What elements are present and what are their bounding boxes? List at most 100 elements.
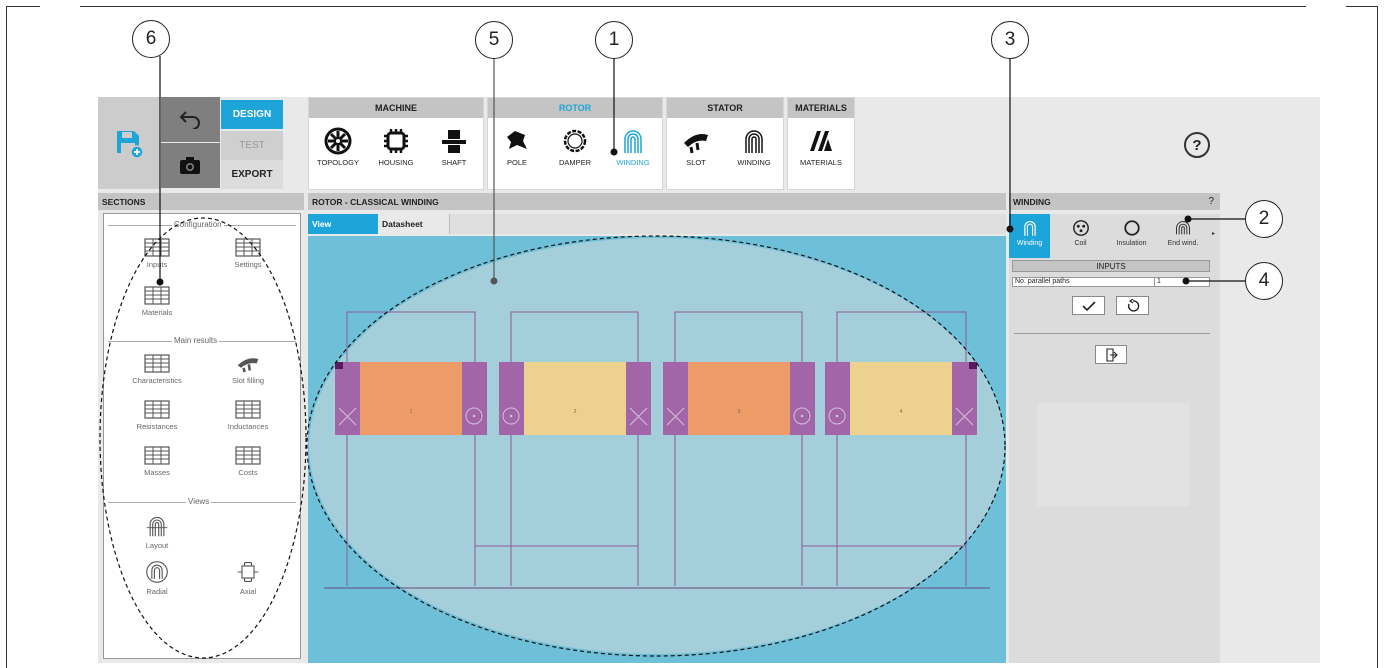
reset-button[interactable]	[1116, 296, 1149, 315]
slot-filling-section[interactable]: Slot filling	[208, 354, 288, 385]
shaft-icon	[442, 130, 466, 153]
winding-icon	[624, 130, 642, 153]
preview-area	[1037, 403, 1189, 506]
design-button[interactable]: DESIGN	[221, 100, 283, 129]
pole-label: POLE	[506, 158, 527, 167]
winding-help-button[interactable]: ?	[1208, 196, 1214, 207]
masses-section[interactable]: Masses	[117, 446, 197, 477]
materials-icon	[810, 131, 832, 151]
test-button[interactable]: TEST	[221, 131, 283, 160]
shaft-tool[interactable]: SHAFT	[430, 127, 478, 167]
topology-icon	[324, 127, 352, 155]
rotor-group: ROTOR POLE DAMPER WINDING	[487, 97, 663, 190]
camera-icon	[180, 157, 200, 174]
coil-3	[688, 362, 790, 435]
tab-end-winding[interactable]: End wind.	[1159, 214, 1207, 258]
undo-button[interactable]	[161, 97, 220, 142]
axial-icon	[237, 562, 259, 582]
main-results-label: Main results	[172, 336, 220, 345]
inputs-section[interactable]: Inputs	[117, 238, 197, 269]
callout-4: 4	[1245, 262, 1283, 300]
characteristics-label: Characteristics	[132, 376, 182, 385]
winding-drawing: 1 2 3 4	[309, 238, 1005, 654]
slot-label: SLOT	[686, 158, 706, 167]
coil-number-2: 2	[574, 409, 577, 415]
frame-gap-left	[40, 6, 80, 7]
view-tabbar: View Datasheet	[308, 214, 1006, 234]
winding-canvas[interactable]: 1 2 3 4	[308, 236, 1006, 663]
housing-tool[interactable]: HOUSING	[372, 127, 420, 167]
tab-datasheet[interactable]: Datasheet	[378, 214, 450, 234]
inductances-label: Inductances	[227, 422, 269, 431]
winding-tabs: Winding Coil Insulation End wind. ▸	[1009, 214, 1220, 258]
coil-side-1a	[335, 362, 360, 435]
tab-coil[interactable]: Coil	[1060, 214, 1101, 258]
callout-5: 5	[475, 21, 513, 59]
characteristics-section[interactable]: Characteristics	[117, 354, 197, 385]
pole-tool[interactable]: POLE	[493, 127, 541, 167]
coil-1	[360, 362, 462, 435]
layout-icon	[146, 516, 168, 537]
winding-panel-title: WINDING	[1013, 196, 1051, 207]
panel-divider	[1014, 333, 1210, 334]
table-icon	[144, 286, 170, 305]
costs-label: Costs	[238, 468, 258, 477]
radial-view[interactable]: Radial	[117, 560, 197, 596]
slot-icon	[237, 358, 259, 373]
rotor-group-title: ROTOR	[488, 98, 662, 118]
materials-tool[interactable]: MATERIALS	[797, 127, 845, 167]
coil-side-3a	[663, 362, 688, 435]
apply-button[interactable]	[1072, 296, 1105, 315]
materials-label: MATERIALS	[800, 158, 842, 167]
callout-2: 2	[1245, 200, 1283, 238]
machine-group: MACHINE TOPOLOGY HOUSING SHAFT	[308, 97, 484, 190]
materials-section[interactable]: Materials	[117, 286, 197, 317]
machine-group-title: MACHINE	[309, 98, 483, 118]
table-icon	[235, 400, 261, 419]
table-icon	[235, 238, 261, 257]
materials-group-title: MATERIALS	[788, 98, 854, 118]
inductances-section[interactable]: Inductances	[208, 400, 288, 431]
axial-view[interactable]: Axial	[208, 560, 288, 596]
table-icon	[144, 354, 170, 373]
topology-tool[interactable]: TOPOLOGY	[314, 127, 362, 167]
save-button[interactable]	[98, 97, 160, 189]
tab-coil-label: Coil	[1074, 240, 1087, 247]
costs-section[interactable]: Costs	[208, 446, 288, 477]
tab-insulation[interactable]: Insulation	[1111, 214, 1152, 258]
damper-label: DAMPER	[558, 158, 592, 167]
undo-icon	[179, 111, 200, 129]
layout-label: Layout	[145, 541, 169, 550]
layout-view[interactable]: Layout	[117, 514, 197, 550]
check-icon	[1081, 300, 1096, 311]
tab-view[interactable]: View	[308, 214, 378, 234]
radial-label: Radial	[146, 587, 168, 596]
damper-tool[interactable]: DAMPER	[551, 127, 599, 167]
table-icon	[144, 238, 170, 257]
parallel-paths-input[interactable]: 1	[1154, 278, 1210, 286]
export-winding-button[interactable]	[1095, 345, 1127, 364]
tab-scroll-arrow-icon[interactable]: ▸	[1212, 230, 1215, 237]
settings-section[interactable]: Settings	[208, 238, 288, 269]
help-button[interactable]: ?	[1184, 132, 1210, 158]
rotor-winding-tool[interactable]: WINDING	[609, 127, 657, 167]
resistances-section[interactable]: Resistances	[117, 400, 197, 431]
slot-filling-label: Slot filling	[231, 376, 265, 385]
screenshot-button[interactable]	[161, 143, 220, 188]
table-icon	[235, 446, 261, 465]
tab-end-winding-label: End wind.	[1167, 240, 1199, 247]
housing-icon	[384, 129, 408, 153]
slot-tool[interactable]: SLOT	[672, 127, 720, 167]
callout-1: 1	[595, 21, 633, 59]
stator-winding-tool[interactable]: WINDING	[730, 127, 778, 167]
stator-group: STATOR SLOT WINDING	[666, 97, 784, 190]
export-button[interactable]: EXPORT	[221, 160, 283, 189]
table-icon	[144, 446, 170, 465]
coil-2	[524, 362, 626, 435]
damper-icon	[563, 129, 587, 153]
tab-winding[interactable]: Winding	[1009, 214, 1050, 258]
materials-section-label: Materials	[141, 308, 173, 317]
axial-label: Axial	[239, 587, 257, 596]
reset-icon	[1127, 298, 1139, 312]
slot-icon	[684, 134, 708, 154]
